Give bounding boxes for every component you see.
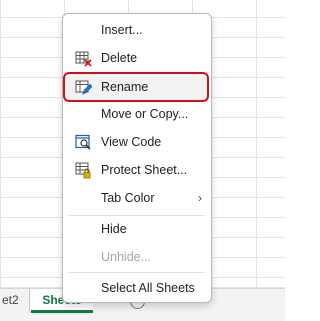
delete-sheet-icon xyxy=(75,50,92,67)
menu-item-delete[interactable]: Delete xyxy=(65,46,209,70)
excel-window: et2 Sheet3 + Insert... xyxy=(0,0,285,321)
menu-item-label: Hide xyxy=(101,222,127,236)
menu-separator xyxy=(69,215,205,216)
menu-item-label: Protect Sheet... xyxy=(101,163,188,177)
menu-item-unhide: Unhide... xyxy=(65,245,209,269)
menu-item-label: Unhide... xyxy=(101,250,152,264)
sheet-tab-context-menu: Insert... Delete Rename Move or Copy... … xyxy=(62,13,212,303)
chevron-right-icon: › xyxy=(198,191,202,205)
menu-item-tab-color[interactable]: Tab Color › xyxy=(65,186,209,210)
menu-separator xyxy=(69,272,205,273)
menu-item-label: Move or Copy... xyxy=(101,107,189,121)
rename-sheet-icon xyxy=(75,79,93,96)
sheet-tab-label: et2 xyxy=(2,293,19,307)
menu-item-label: View Code xyxy=(101,135,162,149)
sheet-tab-sheet2[interactable]: et2 xyxy=(0,289,30,313)
menu-item-label: Tab Color xyxy=(101,191,155,205)
menu-item-label: Select All Sheets xyxy=(101,281,195,295)
menu-item-protect-sheet[interactable]: Protect Sheet... xyxy=(65,158,209,182)
menu-item-label: Delete xyxy=(101,51,138,65)
view-code-icon xyxy=(75,134,92,151)
menu-item-move-or-copy[interactable]: Move or Copy... xyxy=(65,102,209,126)
menu-item-label: Rename xyxy=(101,80,149,94)
protect-sheet-icon xyxy=(75,162,92,179)
menu-item-hide[interactable]: Hide xyxy=(65,217,209,241)
menu-item-select-all-sheets[interactable]: Select All Sheets xyxy=(65,276,209,300)
menu-item-rename[interactable]: Rename xyxy=(65,75,209,99)
menu-item-view-code[interactable]: View Code xyxy=(65,130,209,154)
menu-item-label: Insert... xyxy=(101,23,143,37)
menu-item-insert[interactable]: Insert... xyxy=(65,18,209,42)
